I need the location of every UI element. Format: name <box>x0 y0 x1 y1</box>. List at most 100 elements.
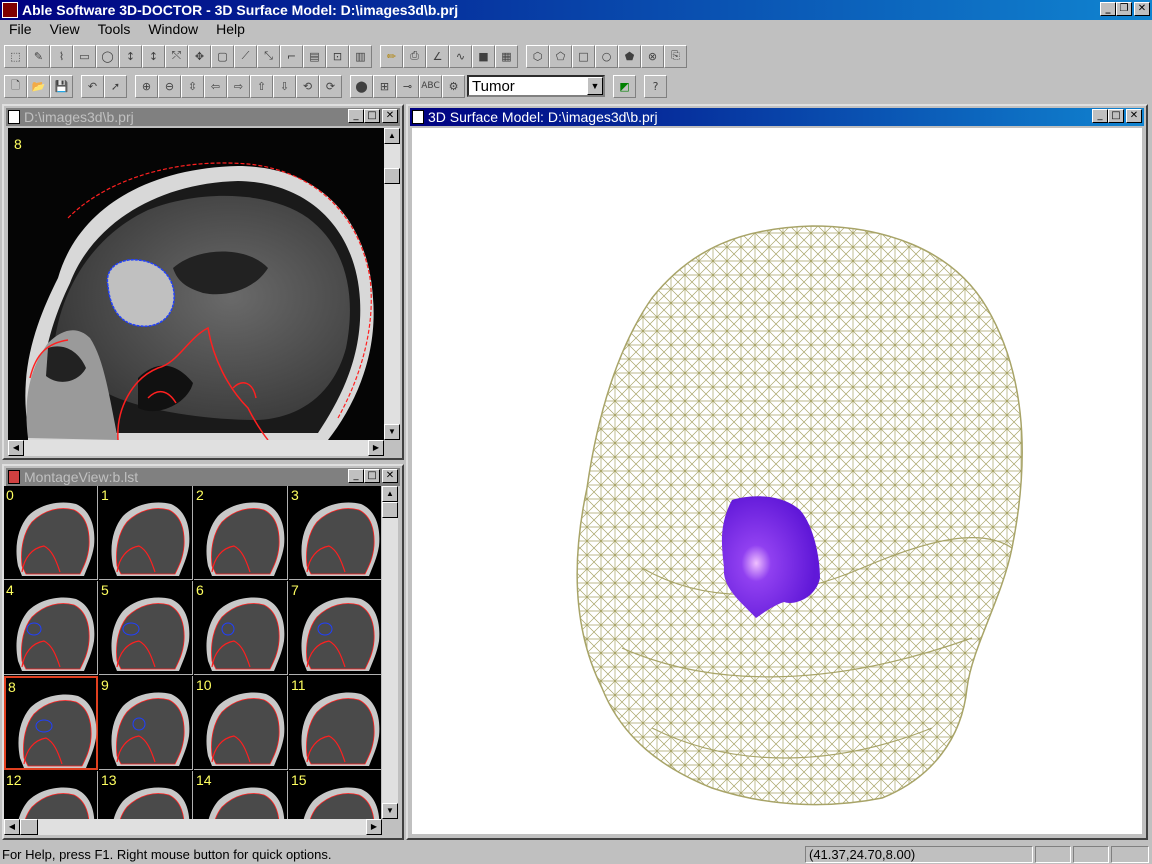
split-contour-icon[interactable]: ⤲ <box>165 44 188 68</box>
square-icon[interactable]: □ <box>572 44 595 68</box>
histogram-icon[interactable]: ■ <box>472 44 495 68</box>
text-tool-icon[interactable]: ▤ <box>303 44 326 68</box>
print-icon[interactable]: ⎙ <box>403 44 426 68</box>
montage-close-button[interactable]: ✕ <box>382 469 398 483</box>
scroll-thumb[interactable] <box>20 819 38 835</box>
menu-help[interactable]: Help <box>207 20 254 40</box>
color-object-icon[interactable]: ◩ <box>613 74 636 98</box>
zoom-in-icon[interactable]: ⊕ <box>135 74 158 98</box>
scroll-down-icon[interactable]: ▼ <box>384 424 400 440</box>
rectangle-tool-icon[interactable]: ▭ <box>73 44 96 68</box>
montage-cell[interactable]: 5 <box>99 581 193 675</box>
slice-image-view[interactable]: 8 <box>8 128 384 440</box>
montage-cell[interactable]: 3 <box>289 486 381 580</box>
polygon-icon[interactable]: ⬟ <box>618 44 641 68</box>
rotate-right-icon[interactable]: ⟳ <box>319 74 342 98</box>
montage-cell[interactable]: 13 <box>99 771 193 819</box>
ellipse-tool-icon[interactable]: ◯ <box>96 44 119 68</box>
scroll-up-icon[interactable]: ▲ <box>382 486 398 502</box>
slice-minimize-button[interactable]: _ <box>348 109 364 123</box>
scroll-down-icon[interactable]: ▼ <box>382 803 398 819</box>
scroll-thumb[interactable] <box>384 168 400 184</box>
line-tool-icon[interactable]: ⟋ <box>234 44 257 68</box>
menu-window[interactable]: Window <box>139 20 207 40</box>
profile-icon[interactable]: ∿ <box>449 44 472 68</box>
montage-cell[interactable]: 8 <box>4 676 98 770</box>
resize-tool-icon[interactable]: ⤡ <box>257 44 280 68</box>
menu-view[interactable]: View <box>41 20 89 40</box>
slice-window-titlebar[interactable]: D:\images3d\b.prj _ □ ✕ <box>6 108 400 126</box>
slice-maximize-button[interactable]: □ <box>364 109 380 123</box>
save-icon[interactable]: 💾 <box>50 74 73 98</box>
montage-minimize-button[interactable]: _ <box>348 469 364 483</box>
delete-contour-icon[interactable]: ⊗ <box>641 44 664 68</box>
montage-cell[interactable]: 6 <box>194 581 288 675</box>
arrow-left-icon[interactable]: ⇦ <box>204 74 227 98</box>
undo-icon[interactable]: ↶ <box>81 74 104 98</box>
select-rect-tool-icon[interactable]: ⬚ <box>4 44 27 68</box>
sphere-render-icon[interactable]: ⬤ <box>350 74 373 98</box>
scroll-right-icon[interactable]: ▶ <box>368 440 384 456</box>
pencil-tool-icon[interactable]: ✎ <box>27 44 50 68</box>
montage-cell[interactable]: 0 <box>4 486 98 580</box>
montage-window-titlebar[interactable]: MontageView:b.lst _ □ ✕ <box>6 468 400 486</box>
bar-chart-icon[interactable]: ▦ <box>495 44 518 68</box>
chart-tool-icon[interactable]: ▥ <box>349 44 372 68</box>
arrow-down-icon[interactable]: ⇩ <box>273 74 296 98</box>
arrow-up-icon[interactable]: ⇧ <box>250 74 273 98</box>
frame-icon[interactable]: ⊞ <box>373 74 396 98</box>
montage-cell[interactable]: 11 <box>289 676 381 770</box>
label-abc-icon[interactable]: ABC <box>419 74 442 98</box>
context-help-icon[interactable]: ? <box>644 74 667 98</box>
montage-vertical-scrollbar[interactable]: ▲ ▼ <box>382 486 398 819</box>
zoom-out-icon[interactable]: ⊖ <box>158 74 181 98</box>
pentagon-icon[interactable]: ⬠ <box>549 44 572 68</box>
export-contour-icon[interactable]: ⎘ <box>664 44 687 68</box>
new-file-icon[interactable]: 🗋 <box>4 74 27 98</box>
surface-view[interactable] <box>412 128 1142 834</box>
menu-file[interactable]: File <box>0 20 41 40</box>
circle-icon[interactable]: ○ <box>595 44 618 68</box>
freehand-tool-icon[interactable]: ⌇ <box>50 44 73 68</box>
object-select[interactable]: Tumor ▼ <box>467 75 605 97</box>
montage-cell[interactable]: 12 <box>4 771 98 819</box>
link-icon[interactable]: ⊸ <box>396 74 419 98</box>
montage-grid[interactable]: 0 1 2 3 4 5 6 7 8 9 10 11 12 13 14 15 <box>4 486 381 819</box>
montage-cell[interactable]: 7 <box>289 581 381 675</box>
scroll-left-icon[interactable]: ◀ <box>4 819 20 835</box>
zoom-fit-icon[interactable]: ⇳ <box>181 74 204 98</box>
montage-cell[interactable]: 15 <box>289 771 381 819</box>
scroll-up-icon[interactable]: ▲ <box>384 128 400 144</box>
rotate-left-icon[interactable]: ⟲ <box>296 74 319 98</box>
pointer-icon[interactable]: ➚ <box>104 74 127 98</box>
angle-tool-icon[interactable]: ∠ <box>426 44 449 68</box>
montage-maximize-button[interactable]: □ <box>364 469 380 483</box>
restore-button[interactable]: ❐ <box>1116 2 1132 16</box>
montage-cell[interactable]: 2 <box>194 486 288 580</box>
montage-cell[interactable]: 10 <box>194 676 288 770</box>
corner-tool-icon[interactable]: ⌐ <box>280 44 303 68</box>
montage-horizontal-scrollbar[interactable]: ◀ ▶ <box>4 819 382 835</box>
fit-tool-icon[interactable]: ⊡ <box>326 44 349 68</box>
open-folder-icon[interactable]: 📂 <box>27 74 50 98</box>
montage-cell[interactable]: 1 <box>99 486 193 580</box>
montage-cell[interactable]: 9 <box>99 676 193 770</box>
app-titlebar[interactable]: Able Software 3D-DOCTOR - 3D Surface Mod… <box>0 0 1152 20</box>
slice-close-button[interactable]: ✕ <box>382 109 398 123</box>
chevron-down-icon[interactable]: ▼ <box>587 77 603 95</box>
move-all-icon[interactable]: ✥ <box>188 44 211 68</box>
app-icon[interactable] <box>2 2 18 18</box>
slice-horizontal-scrollbar[interactable]: ◀ ▶ <box>8 440 384 456</box>
arrow-right-icon[interactable]: ⇨ <box>227 74 250 98</box>
scroll-left-icon[interactable]: ◀ <box>8 440 24 456</box>
surface-maximize-button[interactable]: □ <box>1108 109 1124 123</box>
surface-window-titlebar[interactable]: 3D Surface Model: D:\images3d\b.prj _ □ … <box>410 108 1144 126</box>
menu-tools[interactable]: Tools <box>89 20 140 40</box>
close-button[interactable]: ✕ <box>1134 2 1150 16</box>
montage-cell[interactable]: 14 <box>194 771 288 819</box>
box-tool-icon[interactable]: ▢ <box>211 44 234 68</box>
move-vertical-icon[interactable]: ↕ <box>119 44 142 68</box>
ruler-icon[interactable]: ✏ <box>380 44 403 68</box>
surface-minimize-button[interactable]: _ <box>1092 109 1108 123</box>
move-vertical-alt-icon[interactable]: ↕ <box>142 44 165 68</box>
